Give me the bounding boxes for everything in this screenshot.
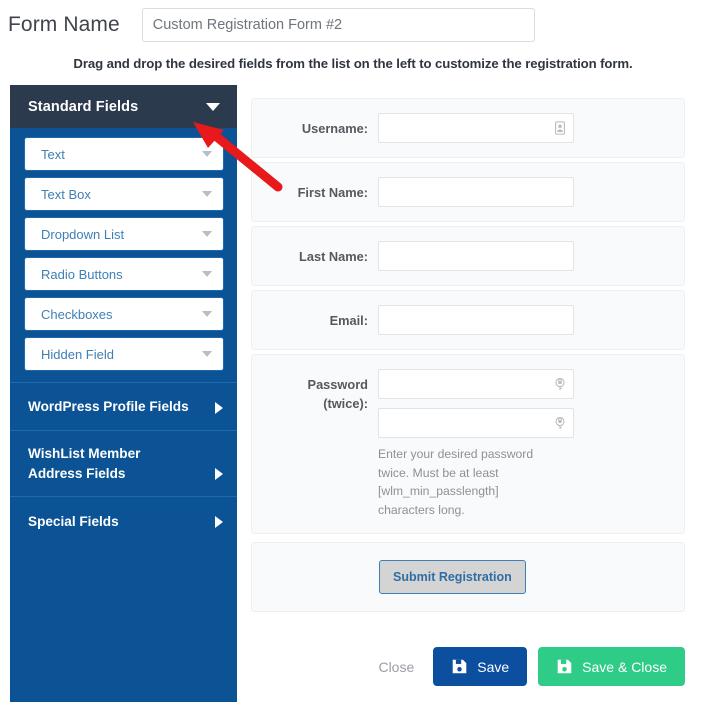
sidebar-group-label: Special Fields bbox=[28, 513, 119, 529]
field-item-text[interactable]: Text bbox=[24, 137, 224, 171]
form-row-label: Username: bbox=[301, 121, 368, 136]
password-confirm-input[interactable] bbox=[378, 408, 574, 438]
chevron-down-icon bbox=[206, 102, 220, 111]
chevron-down-icon[interactable] bbox=[202, 271, 212, 277]
field-item-label: Radio Buttons bbox=[41, 266, 123, 282]
field-item-label: Dropdown List bbox=[41, 226, 125, 242]
chevron-right-icon bbox=[215, 468, 223, 481]
chevron-down-icon[interactable] bbox=[202, 231, 212, 237]
floppy-disk-icon bbox=[452, 659, 467, 674]
password-label-line-1: Password bbox=[307, 377, 368, 392]
chevron-down-icon[interactable] bbox=[202, 351, 212, 357]
first-name-input[interactable] bbox=[378, 177, 574, 207]
field-item-hidden-field[interactable]: Hidden Field bbox=[24, 337, 224, 371]
footer-actions: Close Save Save & Close bbox=[251, 631, 685, 702]
password-input[interactable] bbox=[378, 369, 574, 399]
form-row-label: Password (twice): bbox=[262, 369, 378, 413]
submit-registration-button[interactable]: Submit Registration bbox=[379, 560, 526, 595]
sidebar-group-special-fields[interactable]: Special Fields bbox=[10, 496, 237, 544]
sidebar-group-label: WordPress Profile Fields bbox=[28, 399, 189, 415]
save-button[interactable]: Save bbox=[433, 647, 528, 686]
email-input[interactable] bbox=[378, 305, 574, 335]
form-preview-panel: Username: First Name: Last Name: Email: … bbox=[237, 85, 698, 702]
close-button[interactable]: Close bbox=[370, 659, 422, 675]
chevron-right-icon bbox=[215, 516, 223, 529]
form-row-label: First Name: bbox=[297, 185, 368, 200]
field-item-label: Text bbox=[41, 146, 65, 162]
field-item-text-box[interactable]: Text Box bbox=[24, 177, 224, 211]
form-row-email[interactable]: Email: bbox=[251, 290, 685, 350]
floppy-disk-icon bbox=[557, 659, 572, 674]
form-name-input[interactable] bbox=[141, 8, 535, 42]
sidebar-group-wishlist-member-address-fields[interactable]: WishList Member Address Fields bbox=[10, 430, 237, 496]
sidebar-group-wordpress-profile-fields[interactable]: WordPress Profile Fields bbox=[10, 382, 237, 430]
password-help-text: Enter your desired password twice. Must … bbox=[378, 447, 534, 517]
fields-sidebar: Standard Fields Text Text Box Dropdown L… bbox=[10, 85, 237, 702]
field-item-radio-buttons[interactable]: Radio Buttons bbox=[24, 257, 224, 291]
field-item-checkboxes[interactable]: Checkboxes bbox=[24, 297, 224, 331]
chevron-down-icon[interactable] bbox=[202, 151, 212, 157]
password-label-line-2: (twice): bbox=[323, 395, 368, 411]
form-row-password[interactable]: Password (twice): Enter your desired pas… bbox=[251, 354, 685, 535]
form-row-label: Email: bbox=[329, 313, 368, 328]
form-name-label: Form Name bbox=[8, 13, 120, 36]
save-button-label: Save bbox=[477, 658, 510, 675]
field-item-dropdown-list[interactable]: Dropdown List bbox=[24, 217, 224, 251]
chevron-down-icon[interactable] bbox=[202, 311, 212, 317]
field-item-label: Text Box bbox=[41, 186, 91, 202]
sidebar-group-label: WishList Member Address Fields bbox=[28, 446, 141, 481]
last-name-input[interactable] bbox=[378, 241, 574, 271]
sidebar-header-title: Standard Fields bbox=[28, 98, 139, 115]
form-row-first-name[interactable]: First Name: bbox=[251, 162, 685, 222]
form-name-bar: Form Name bbox=[0, 0, 706, 44]
form-row-username[interactable]: Username: bbox=[251, 98, 685, 158]
sidebar-header-standard-fields[interactable]: Standard Fields bbox=[10, 85, 237, 128]
field-item-label: Hidden Field bbox=[41, 346, 114, 362]
standard-field-list: Text Text Box Dropdown List Radio Button… bbox=[10, 128, 237, 382]
form-builder-workspace: Standard Fields Text Text Box Dropdown L… bbox=[0, 85, 706, 702]
form-row-submit: Submit Registration bbox=[251, 542, 685, 613]
save-and-close-button[interactable]: Save & Close bbox=[538, 647, 685, 686]
save-and-close-button-label: Save & Close bbox=[582, 658, 667, 675]
instructions-text: Drag and drop the desired fields from th… bbox=[73, 56, 633, 71]
field-item-label: Checkboxes bbox=[41, 306, 113, 322]
form-row-last-name[interactable]: Last Name: bbox=[251, 226, 685, 286]
chevron-right-icon bbox=[215, 402, 223, 414]
form-row-label: Last Name: bbox=[299, 249, 368, 264]
chevron-down-icon[interactable] bbox=[202, 191, 212, 197]
username-input[interactable] bbox=[378, 113, 574, 143]
